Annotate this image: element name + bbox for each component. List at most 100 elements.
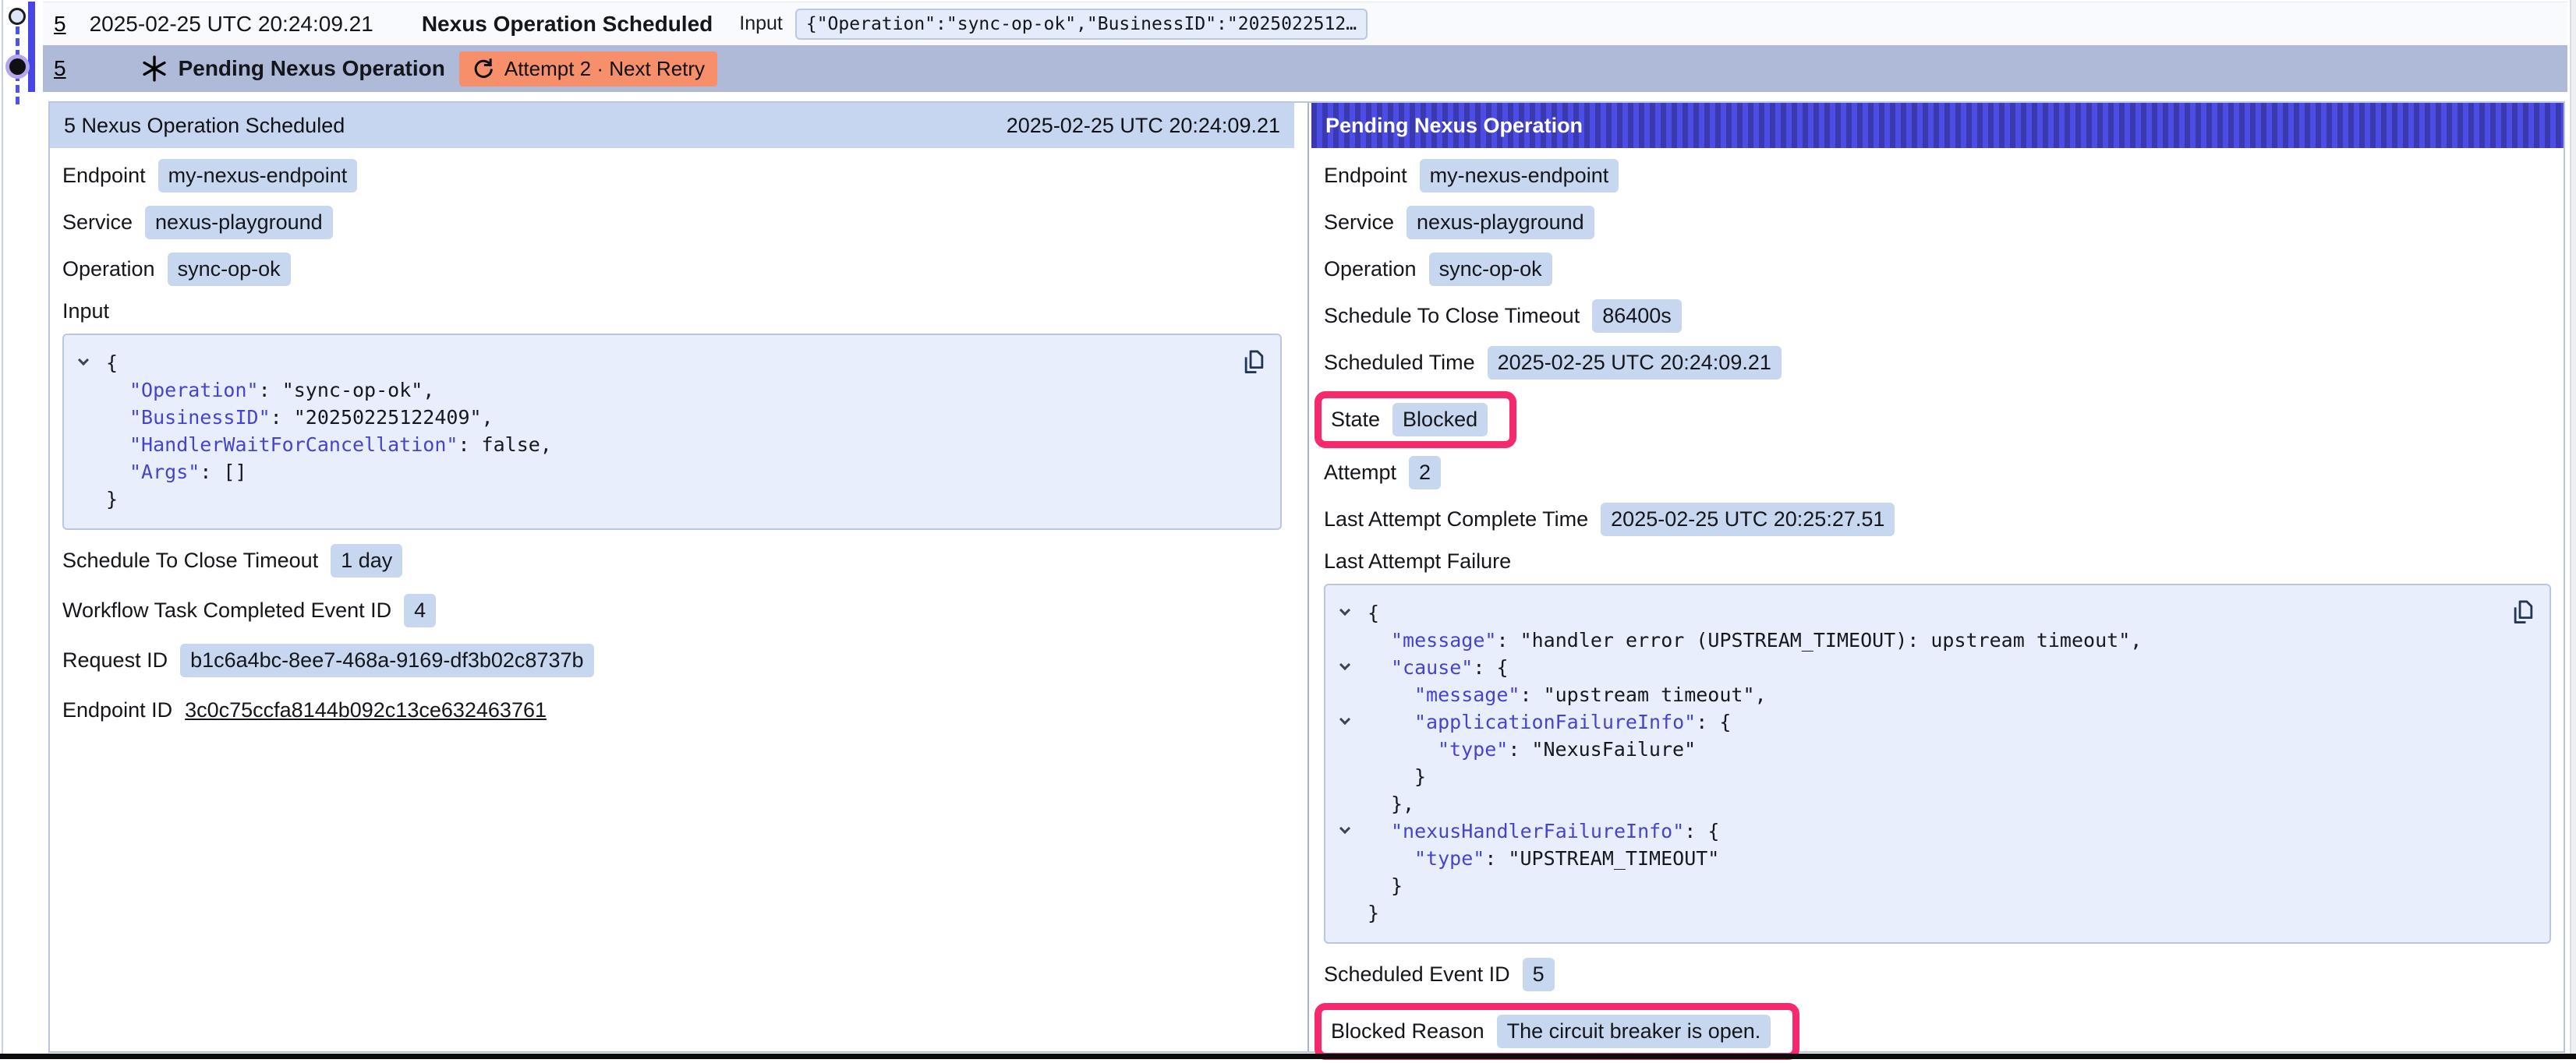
field-value-chip: sync-op-ok [1429, 253, 1552, 286]
field-row-request-id: Request ID b1c6a4bc-8ee7-468a-9169-df3b02… [62, 642, 1282, 678]
field-row-scheduled-event-id: Scheduled Event ID 5 [1324, 956, 2551, 992]
event-detail-card-scheduled: 5 Nexus Operation Scheduled 2025-02-25 U… [50, 103, 1294, 1051]
field-row-service: Service nexus-playground [62, 204, 1282, 240]
json-line: } [1336, 899, 2495, 927]
pending-fields: Endpointmy-nexus-endpoint Service nexus-pl… [1324, 157, 2551, 537]
json-line: }, [1336, 790, 2495, 818]
json-line: "type": "NexusFailure" [1336, 736, 2495, 763]
field-value-chip: 86400s [1592, 299, 1682, 333]
field-row-blocked-reason: Blocked Reason The circuit breaker is ope… [1324, 1003, 2551, 1060]
failure-section-label: Last Attempt Failure [1324, 548, 2551, 574]
pending-operation-title: Pending Nexus Operation [179, 56, 445, 81]
circle-filled-icon[interactable] [9, 58, 26, 75]
event-id-link[interactable]: 5 [54, 12, 66, 37]
json-line: "message": "upstream timeout", [1336, 681, 2495, 708]
annotation-highlight: Blocked Reason The circuit breaker is ope… [1315, 1003, 1799, 1060]
json-line: } [1336, 763, 2495, 790]
field-label: Request ID [62, 648, 168, 673]
field-value-chip: 2025-02-25 UTC 20:24:09.21 [1488, 346, 1782, 380]
chevron-down-icon[interactable] [1339, 714, 1350, 725]
field-value-chip: 2 [1409, 456, 1441, 489]
pending-card-title: Pending Nexus Operation [1325, 114, 1583, 138]
field-row-last-attempt-complete-time: Last Attempt Complete Time 2025-02-25 UTC… [1324, 501, 2551, 537]
field-label: Service [1324, 210, 1394, 235]
history-row-event[interactable]: 5 2025-02-25 UTC 20:24:09.21 Nexus Opera… [43, 2, 2567, 45]
field-value-chip: 2025-02-25 UTC 20:25:27.51 [1601, 503, 1895, 536]
json-line: "Operation": "sync-op-ok", [75, 376, 1226, 404]
input-json-viewer: {"Operation": "sync-op-ok","BusinessID":… [62, 334, 1282, 530]
field-label: Blocked Reason [1331, 1019, 1484, 1044]
field-row-endpoint-id: Endpoint ID 3c0c75ccfa8144b092c13ce632463… [62, 692, 1282, 728]
field-row-scheduled-time: Scheduled Time2025-02-25 UTC 20:24:09.21 [1324, 344, 2551, 380]
field-value-chip: nexus-playground [145, 206, 333, 239]
field-label: Operation [62, 257, 155, 281]
circle-outline-icon[interactable] [9, 8, 26, 25]
pending-card-header: Pending Nexus Operation [1311, 103, 2564, 148]
copy-icon[interactable] [1241, 349, 1265, 378]
scheduled-card-header: 5 Nexus Operation Scheduled 2025-02-25 U… [50, 103, 1294, 148]
json-line: "message": "handler error (UPSTREAM_TIME… [1336, 627, 2495, 654]
json-line: "applicationFailureInfo": { [1336, 708, 2495, 736]
chevron-down-icon[interactable] [1339, 605, 1350, 616]
scrollbar-gutter[interactable] [2570, 0, 2576, 1054]
field-row-schedule-to-close-timeout: Schedule To Close Timeout1 day [62, 542, 1282, 578]
history-row-pending[interactable]: 5 Pending Nexus Operation Attempt 2 · Ne… [43, 45, 2567, 92]
json-line: "BusinessID": "20250225122409", [75, 404, 1226, 431]
input-json-lines: {"Operation": "sync-op-ok","BusinessID":… [75, 349, 1226, 513]
timeline-active-bar [28, 2, 35, 92]
json-line: "nexusHandlerFailureInfo": { [1336, 818, 2495, 845]
event-details-panel: 5 Nexus Operation Scheduled 2025-02-25 U… [48, 101, 2565, 1053]
scheduled-card-title: 5 Nexus Operation Scheduled [64, 114, 345, 138]
field-row-endpoint: Endpointmy-nexus-endpoint [1324, 157, 2551, 193]
field-label: Service [62, 210, 133, 235]
field-value-chip: sync-op-ok [168, 253, 291, 286]
input-section-label: Input [62, 298, 1282, 324]
field-label: Endpoint [62, 164, 146, 188]
field-label: Attempt [1324, 461, 1396, 485]
json-line: { [1336, 599, 2495, 627]
field-label: Schedule To Close Timeout [1324, 304, 1580, 328]
retry-badge: Attempt 2 · Next Retry [459, 51, 717, 87]
field-row-schedule-to-close-timeout: Schedule To Close Timeout 86400s [1324, 298, 2551, 334]
field-label: Scheduled Event ID [1324, 962, 1510, 987]
event-detail-card-pending: Pending Nexus Operation Endpointmy-nexus… [1311, 103, 2564, 1051]
annotation-highlight: State Blocked [1315, 391, 1516, 448]
scheduled-card-timestamp: 2025-02-25 UTC 20:24:09.21 [1007, 114, 1280, 138]
panel-divider [1307, 103, 1309, 1051]
json-line: "Args": [] [75, 458, 1226, 486]
field-value-link[interactable]: 3c0c75ccfa8144b092c13ce632463761 [185, 698, 547, 722]
failure-json-lines: {"message": "handler error (UPSTREAM_TIM… [1336, 599, 2495, 927]
field-row-service: Service nexus-playground [1324, 204, 2551, 240]
left-edge-border [2, 0, 3, 1054]
json-line: "type": "UPSTREAM_TIMEOUT" [1336, 845, 2495, 872]
field-label: Last Attempt Complete Time [1324, 507, 1588, 532]
chevron-down-icon[interactable] [1339, 823, 1350, 834]
field-value-chip: my-nexus-endpoint [1420, 159, 1619, 192]
retry-circular-arrow-icon [472, 57, 495, 80]
field-value-chip: nexus-playground [1407, 206, 1594, 239]
event-timestamp: 2025-02-25 UTC 20:24:09.21 [90, 12, 373, 37]
chevron-down-icon[interactable] [1339, 659, 1350, 670]
pending-id-link[interactable]: 5 [54, 56, 66, 81]
copy-icon[interactable] [2511, 599, 2534, 628]
asterisk-icon [141, 55, 168, 82]
field-label: Endpoint ID [62, 698, 172, 722]
field-value-chip: Blocked [1392, 403, 1488, 436]
field-label: State [1331, 408, 1380, 432]
field-value-chip: The circuit breaker is open. [1497, 1015, 1771, 1048]
chevron-down-icon[interactable] [78, 355, 89, 366]
json-line: "HandlerWaitForCancellation": false, [75, 431, 1226, 458]
field-label: Schedule To Close Timeout [62, 549, 318, 573]
json-line: } [1336, 872, 2495, 899]
field-value-chip: b1c6a4bc-8ee7-468a-9169-df3b02c8737b [180, 644, 593, 677]
field-row-operation: Operationsync-op-ok [1324, 251, 2551, 287]
event-input-preview-chip[interactable]: {"Operation":"sync-op-ok","BusinessID":"… [795, 9, 1368, 40]
field-row-attempt: Attempt 2 [1324, 454, 2551, 490]
field-value-chip: 4 [404, 594, 436, 627]
field-value-chip: 5 [1523, 958, 1555, 991]
event-name: Nexus Operation Scheduled [422, 12, 713, 37]
json-line: "cause": { [1336, 654, 2495, 681]
event-input-label: Input [739, 12, 783, 35]
retry-badge-label: Attempt 2 · Next Retry [504, 57, 705, 81]
field-label: Workflow Task Completed Event ID [62, 599, 391, 623]
